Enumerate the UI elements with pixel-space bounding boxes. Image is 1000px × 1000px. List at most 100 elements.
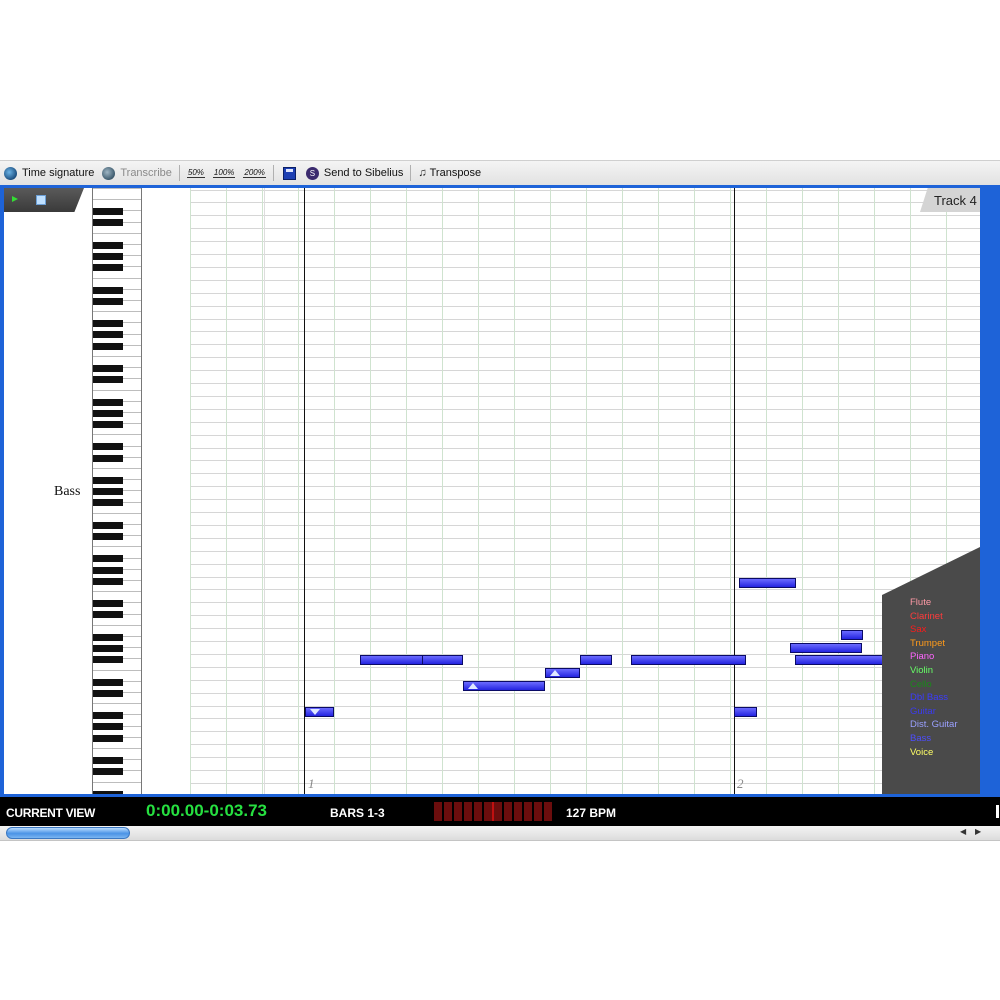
note-block[interactable]	[739, 578, 796, 588]
white-key-divider	[93, 356, 141, 357]
toolbar-divider	[410, 165, 412, 181]
stop-icon[interactable]	[36, 195, 46, 205]
horizontal-scrollbar[interactable]: ◀ ▶	[0, 826, 1000, 841]
black-key[interactable]	[93, 678, 123, 686]
zoom-50-button[interactable]: 50%	[186, 168, 205, 178]
note-block[interactable]	[795, 655, 893, 666]
black-key[interactable]	[93, 555, 123, 563]
zoom-100-button[interactable]: 100%	[212, 168, 236, 178]
transcribe-button[interactable]: Transcribe	[98, 161, 176, 185]
play-icon[interactable]	[12, 196, 18, 202]
black-key[interactable]	[93, 264, 123, 272]
note-block[interactable]	[841, 629, 863, 640]
time-signature-label: Time signature	[22, 167, 95, 179]
note-block[interactable]	[631, 655, 746, 666]
instrument-item[interactable]: Flute	[910, 597, 931, 609]
black-key[interactable]	[93, 297, 123, 305]
note-block[interactable]	[360, 655, 423, 666]
note-block[interactable]	[580, 655, 612, 666]
note-block[interactable]	[463, 681, 545, 692]
black-key[interactable]	[93, 421, 123, 428]
white-key-divider	[93, 512, 141, 514]
black-key[interactable]	[93, 611, 123, 619]
beat-line	[190, 188, 191, 794]
beat-line	[370, 188, 371, 794]
note-block[interactable]	[305, 707, 334, 717]
note-block[interactable]	[545, 668, 580, 679]
scroll-left-arrow-icon[interactable]: ◀	[960, 827, 966, 836]
black-key[interactable]	[93, 633, 123, 641]
black-key[interactable]	[93, 768, 123, 776]
pitch-row-line	[190, 576, 980, 578]
beat-line	[406, 188, 407, 794]
black-key[interactable]	[93, 477, 123, 484]
white-key-divider	[93, 389, 141, 391]
instrument-item[interactable]: Dist. Guitar	[910, 719, 958, 731]
scrollbar-thumb[interactable]	[6, 827, 130, 839]
black-key[interactable]	[93, 645, 123, 652]
black-key[interactable]	[93, 365, 123, 372]
instrument-item[interactable]: Cello	[910, 679, 932, 691]
black-key[interactable]	[93, 331, 123, 339]
black-key[interactable]	[93, 398, 123, 406]
instrument-item[interactable]: Piano	[910, 651, 934, 663]
instrument-item[interactable]: Clarinet	[910, 611, 943, 623]
black-key[interactable]	[93, 533, 123, 540]
note-block[interactable]	[790, 642, 862, 653]
music-note-icon: ♫	[418, 167, 427, 179]
black-key[interactable]	[93, 454, 123, 462]
black-key[interactable]	[93, 499, 123, 507]
save-disk-icon[interactable]	[282, 166, 296, 180]
black-key[interactable]	[93, 409, 123, 417]
beat-line	[478, 188, 479, 794]
zoom-200-button[interactable]: 200%	[243, 168, 266, 178]
black-key[interactable]	[93, 521, 123, 529]
black-key[interactable]	[93, 219, 123, 227]
toolbar: Time signature Transcribe 50% 100% 200% …	[0, 160, 1000, 186]
instrument-item[interactable]: Sax	[910, 624, 926, 636]
pitch-row-line	[190, 318, 980, 320]
black-key[interactable]	[93, 689, 123, 697]
instrument-item[interactable]: Voice	[910, 747, 933, 759]
black-key[interactable]	[93, 757, 123, 764]
note-block[interactable]	[734, 707, 757, 717]
black-key[interactable]	[93, 443, 123, 451]
time-signature-button[interactable]: Time signature	[0, 161, 98, 185]
black-key[interactable]	[93, 723, 123, 731]
black-key[interactable]	[93, 600, 123, 608]
instrument-item[interactable]: Dbl Bass	[910, 692, 948, 704]
black-key[interactable]	[93, 286, 123, 294]
black-key[interactable]	[93, 376, 123, 384]
beat-line	[802, 188, 803, 794]
black-key[interactable]	[93, 208, 123, 216]
black-key[interactable]	[93, 790, 123, 794]
piano-keyboard[interactable]: C 8Bb7G#7F#7E 7D 7C 7Bb6G#6F#6E 6D 6C 6B…	[92, 188, 142, 794]
instrument-item[interactable]: Trumpet	[910, 638, 945, 650]
transpose-label: Transpose	[429, 167, 482, 179]
note-grid[interactable]: 12	[190, 188, 980, 794]
note-block[interactable]	[422, 655, 463, 666]
send-to-sibelius-button[interactable]: S Send to Sibelius	[302, 161, 408, 185]
scroll-right-arrow-icon[interactable]: ▶	[975, 827, 981, 836]
editor-canvas: Bass C 8Bb7G#7F#7E 7D 7C 7Bb6G#6F#6E 6D …	[4, 188, 980, 794]
black-key[interactable]	[93, 566, 123, 574]
track-tab[interactable]: Track 4	[920, 188, 980, 212]
black-key[interactable]	[93, 241, 123, 249]
black-key[interactable]	[93, 488, 123, 496]
black-key[interactable]	[93, 734, 123, 742]
black-key[interactable]	[93, 656, 123, 664]
instrument-item[interactable]: Violin	[910, 665, 933, 677]
transpose-button[interactable]: ♫ Transpose	[414, 161, 485, 185]
black-key[interactable]	[93, 342, 123, 350]
black-key[interactable]	[93, 712, 123, 720]
pitch-row-line	[190, 731, 980, 733]
black-key[interactable]	[93, 253, 123, 260]
toolbar-divider	[272, 165, 274, 181]
black-key[interactable]	[93, 320, 123, 328]
beat-line	[874, 188, 875, 794]
white-key-divider	[93, 199, 141, 201]
instrument-item[interactable]: Bass	[910, 733, 931, 745]
instrument-item[interactable]: Guitar	[910, 706, 936, 718]
level-meter-segment	[524, 802, 532, 821]
black-key[interactable]	[93, 577, 123, 585]
